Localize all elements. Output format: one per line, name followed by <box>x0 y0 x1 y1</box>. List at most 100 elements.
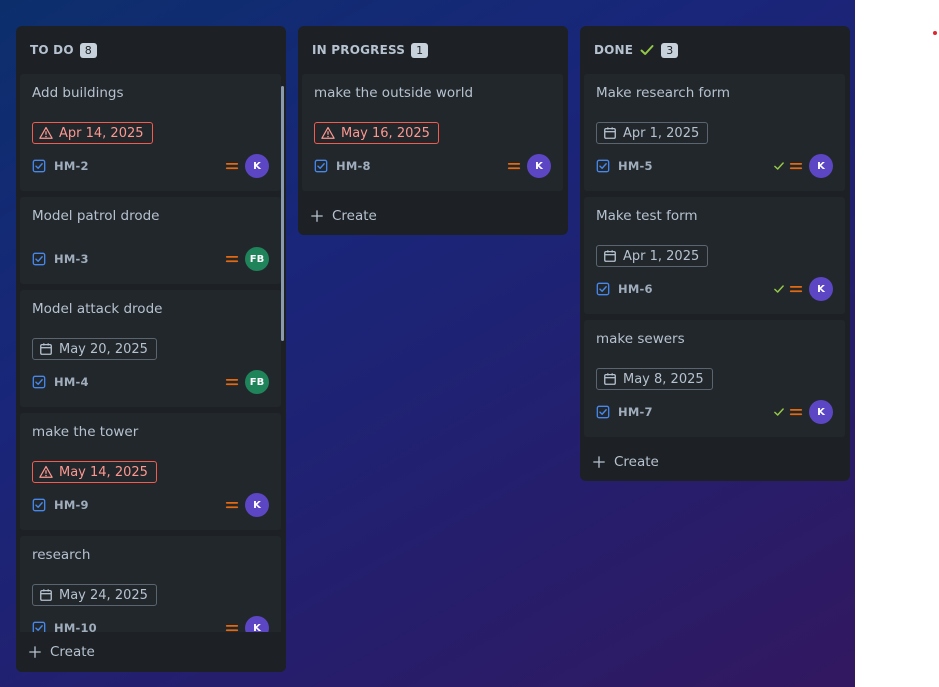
task-type-icon <box>32 375 46 389</box>
due-date-badge: May 8, 2025 <box>596 368 713 390</box>
column-title: TO DO <box>30 43 74 57</box>
task-type-icon <box>596 159 610 173</box>
issue-card[interactable]: Model patrol drode HM-3 FB <box>20 197 281 284</box>
column-scrollbar[interactable] <box>281 86 284 341</box>
task-type-icon <box>596 282 610 296</box>
issue-card[interactable]: Make test form Apr 1, 2025 HM-6 K <box>584 197 845 314</box>
create-issue-button[interactable]: Create <box>28 642 95 662</box>
create-label: Create <box>614 454 659 470</box>
issue-key[interactable]: HM-6 <box>618 282 653 296</box>
priority-medium-icon <box>225 159 239 173</box>
issue-count-badge: 8 <box>79 42 97 58</box>
due-date-text: May 16, 2025 <box>341 125 430 141</box>
due-date-text: Apr 1, 2025 <box>623 248 700 264</box>
plus-icon <box>592 455 606 469</box>
assignee-avatar[interactable]: K <box>809 400 833 424</box>
card-title: Make research form <box>596 85 731 101</box>
assignee-avatar[interactable]: K <box>527 154 551 178</box>
card-footer: HM-5 K <box>596 154 833 178</box>
plus-icon <box>28 645 42 659</box>
issue-card[interactable]: Model attack drode May 20, 2025 HM-4 FB <box>20 290 281 407</box>
card-footer: HM-10 K <box>32 616 269 632</box>
calendar-icon <box>39 342 53 356</box>
due-date-badge: Apr 14, 2025 <box>32 122 153 144</box>
create-label: Create <box>50 644 95 660</box>
warning-icon <box>39 465 53 479</box>
card-title: make the tower <box>32 424 139 440</box>
column-done: DONE 3 Make research form Apr 1, 2025 HM… <box>580 26 850 481</box>
priority-medium-icon <box>789 159 803 173</box>
card-footer: HM-8 K <box>314 154 551 178</box>
assignee-avatar[interactable]: K <box>809 154 833 178</box>
card-footer: HM-3 FB <box>32 247 269 271</box>
due-date-text: Apr 1, 2025 <box>623 125 700 141</box>
assignee-avatar[interactable]: K <box>245 616 269 632</box>
card-title: Model patrol drode <box>32 208 160 224</box>
due-date-badge: May 14, 2025 <box>32 461 157 483</box>
column-header[interactable]: IN PROGRESS 1 <box>312 42 429 58</box>
priority-medium-icon <box>225 252 239 266</box>
column-todo: TO DO 8 Add buildings Apr 14, 2025 HM-2 … <box>16 26 286 672</box>
priority-medium-icon <box>225 498 239 512</box>
issue-key[interactable]: HM-2 <box>54 159 89 173</box>
column-in-progress: IN PROGRESS 1 make the outside world May… <box>298 26 568 235</box>
assignee-avatar[interactable]: FB <box>245 370 269 394</box>
issue-key[interactable]: HM-8 <box>336 159 371 173</box>
assignee-avatar[interactable]: K <box>809 277 833 301</box>
issue-card[interactable]: research May 24, 2025 HM-10 K <box>20 536 281 632</box>
column-header[interactable]: DONE 3 <box>594 42 679 58</box>
assignee-avatar[interactable]: K <box>245 154 269 178</box>
card-title: Model attack drode <box>32 301 163 317</box>
create-issue-button[interactable]: Create <box>310 206 377 226</box>
issue-key[interactable]: HM-7 <box>618 405 653 419</box>
issue-key[interactable]: HM-9 <box>54 498 89 512</box>
card-footer: HM-2 K <box>32 154 269 178</box>
issue-card[interactable]: Make research form Apr 1, 2025 HM-5 K <box>584 74 845 191</box>
card-list: Add buildings Apr 14, 2025 HM-2 K Model … <box>16 74 286 632</box>
card-title: make sewers <box>596 331 685 347</box>
card-footer: HM-6 K <box>596 277 833 301</box>
notification-dot <box>933 31 937 35</box>
issue-card[interactable]: make sewers May 8, 2025 HM-7 K <box>584 320 845 437</box>
assignee-avatar[interactable]: K <box>245 493 269 517</box>
issue-count-badge: 3 <box>661 42 679 58</box>
create-issue-button[interactable]: Create <box>592 452 659 472</box>
issue-key[interactable]: HM-5 <box>618 159 653 173</box>
issue-key[interactable]: HM-4 <box>54 375 89 389</box>
done-check-icon <box>773 406 785 418</box>
issue-card[interactable]: Add buildings Apr 14, 2025 HM-2 K <box>20 74 281 191</box>
assignee-avatar[interactable]: FB <box>245 247 269 271</box>
due-date-badge: May 20, 2025 <box>32 338 157 360</box>
plus-icon <box>310 209 324 223</box>
task-type-icon <box>32 498 46 512</box>
task-type-icon <box>314 159 328 173</box>
board: TO DO 8 Add buildings Apr 14, 2025 HM-2 … <box>0 0 855 687</box>
task-type-icon <box>32 252 46 266</box>
calendar-icon <box>603 126 617 140</box>
card-title: make the outside world <box>314 85 474 101</box>
task-type-icon <box>32 159 46 173</box>
issue-key[interactable]: HM-3 <box>54 252 89 266</box>
column-header[interactable]: TO DO 8 <box>30 42 97 58</box>
calendar-icon <box>39 588 53 602</box>
card-footer: HM-9 K <box>32 493 269 517</box>
issue-key[interactable]: HM-10 <box>54 621 97 632</box>
calendar-icon <box>603 372 617 386</box>
priority-medium-icon <box>507 159 521 173</box>
done-check-icon <box>773 160 785 172</box>
issue-card[interactable]: make the outside world May 16, 2025 HM-8… <box>302 74 563 191</box>
done-check-icon <box>639 42 655 58</box>
priority-medium-icon <box>225 375 239 389</box>
due-date-text: May 8, 2025 <box>623 371 704 387</box>
card-title: research <box>32 547 91 563</box>
issue-card[interactable]: make the tower May 14, 2025 HM-9 K <box>20 413 281 530</box>
column-title: IN PROGRESS <box>312 43 406 57</box>
card-title: Add buildings <box>32 85 124 101</box>
due-date-badge: Apr 1, 2025 <box>596 245 709 267</box>
card-title: Make test form <box>596 208 698 224</box>
due-date-text: May 24, 2025 <box>59 587 148 603</box>
create-bar: Create <box>16 632 286 672</box>
due-date-text: May 20, 2025 <box>59 341 148 357</box>
due-date-badge: May 16, 2025 <box>314 122 439 144</box>
calendar-icon <box>603 249 617 263</box>
